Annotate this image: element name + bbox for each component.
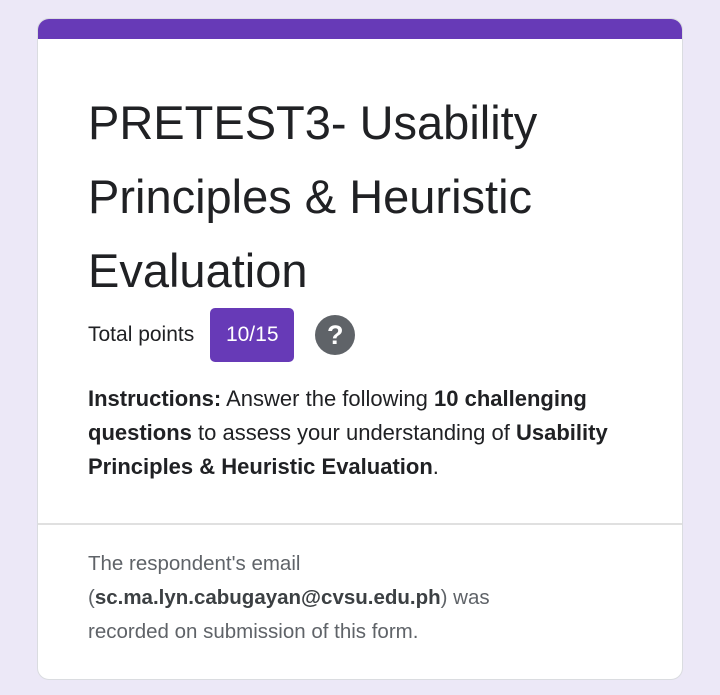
instructions-text: Instructions: Answer the following 10 ch… [88,382,648,484]
email-notice: The respondent's email (sc.ma.lyn.cabuga… [88,547,568,649]
form-title: PRETEST3- Usability Principles & Heurist… [88,96,538,297]
form-header-card: PRETEST3- Usability Principles & Heurist… [37,18,683,680]
total-points-label: Total points [88,323,195,346]
total-points-row: Total points 10/15 ? [88,307,356,363]
instructions-text-3: . [432,454,439,479]
instructions-lead: Instructions: [88,386,222,411]
instructions-text-2: to assess your understanding of [191,420,516,445]
accent-bar [38,19,682,39]
instructions-text-1: Answer the following [221,386,435,411]
section-divider [38,523,682,525]
help-icon[interactable]: ? [315,315,356,355]
header-section: PRETEST3- Usability Principles & Heurist… [38,39,682,523]
respondent-email: sc.ma.lyn.cabugayan@cvsu.edu.ph [94,586,441,609]
score-badge: 10/15 [210,308,295,362]
